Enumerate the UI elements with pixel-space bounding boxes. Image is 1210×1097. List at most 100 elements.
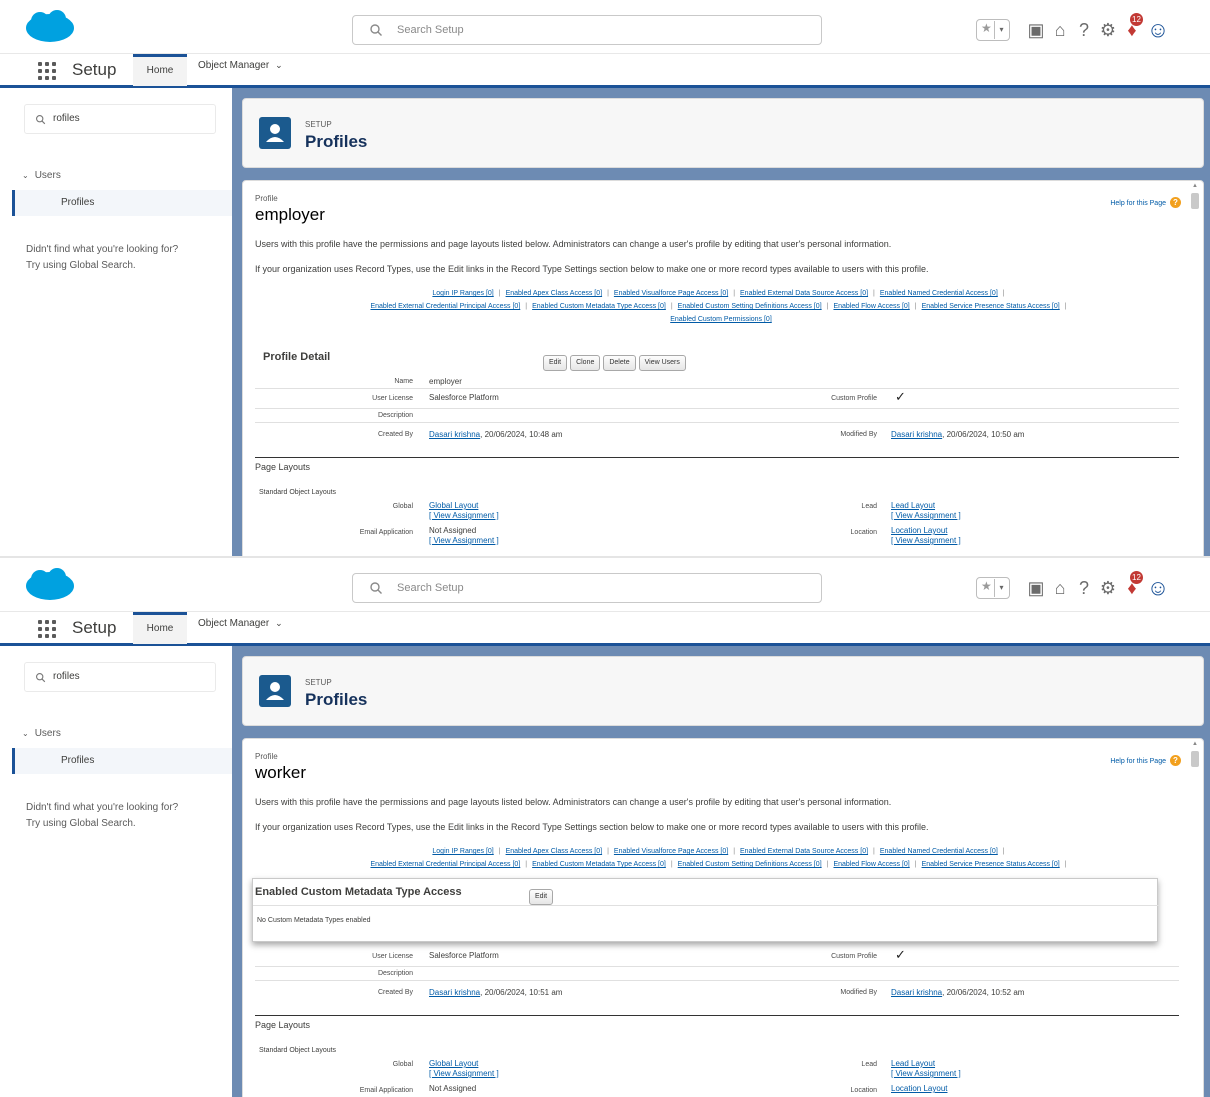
tab-object-manager[interactable]: Object Manager ⌄ (198, 60, 283, 71)
lead-layout-link[interactable]: Lead Layout (891, 1059, 935, 1069)
view-assignment-link[interactable]: [ View Assignment ] (891, 511, 961, 521)
created-by-user-link[interactable]: Dasari krishna (429, 988, 480, 997)
quick-find-input[interactable]: rofiles (24, 104, 216, 134)
tree-item-users-label: Users (34, 728, 61, 739)
tab-home[interactable]: Home (133, 612, 187, 644)
avatar-icon[interactable]: ☺ (1146, 16, 1170, 44)
link-custom-setting-access[interactable]: Enabled Custom Setting Definitions Acces… (678, 303, 822, 310)
app-launcher-icon[interactable] (38, 620, 56, 638)
view-assignment-link[interactable]: [ View Assignment ] (429, 511, 499, 521)
gear-icon[interactable]: ⚙ (1096, 574, 1120, 602)
tree-item-users[interactable]: ⌄ Users (22, 170, 61, 181)
profile-kicker: Profile (255, 752, 278, 761)
popup-edit-button[interactable]: Edit (529, 889, 554, 905)
view-assignment-link[interactable]: [ View Assignment ] (891, 536, 961, 546)
global-layout-link[interactable]: Global Layout (429, 501, 478, 511)
setup-sidebar: rofiles ⌄ Users Profiles Didn't find what… (0, 88, 232, 556)
global-layout-link[interactable]: Global Layout (429, 1059, 478, 1069)
scroll-up-icon[interactable]: ▲ (1192, 741, 1198, 747)
add-icon[interactable]: ▣ (1024, 16, 1048, 44)
star-icon: ★ (981, 21, 992, 35)
location-layout-link[interactable]: Location Layout (891, 1084, 948, 1094)
help-icon[interactable]: ? (1072, 574, 1096, 602)
favorites-button[interactable]: ★ ▾ (976, 577, 1010, 599)
bell-icon[interactable]: ♦ 12 (1120, 571, 1144, 602)
app-launcher-icon[interactable] (38, 62, 56, 80)
tree-item-users[interactable]: ⌄ Users (22, 728, 61, 739)
link-visualforce-access[interactable]: Enabled Visualforce Page Access [0] (614, 290, 728, 297)
chevron-down-icon[interactable]: ▾ (994, 579, 1008, 597)
profile-name: employer (255, 205, 325, 224)
search-icon (36, 673, 46, 683)
link-named-credential-access[interactable]: Enabled Named Credential Access [0] (880, 848, 998, 855)
link-external-data-source-access[interactable]: Enabled External Data Source Access [0] (740, 848, 868, 855)
link-external-credential-access[interactable]: Enabled External Credential Principal Ac… (370, 303, 520, 310)
screenshot-worker: Search Setup ★ ▾ ▣ ⌂ ? ⚙ ♦ 12 ☺ Setup Home… (0, 558, 1210, 1097)
favorites-button[interactable]: ★ ▾ (976, 19, 1010, 41)
bell-icon[interactable]: ♦ 12 (1120, 13, 1144, 44)
tree-item-profiles[interactable]: Profiles (12, 748, 232, 774)
trailhead-icon[interactable]: ⌂ (1048, 574, 1072, 602)
lead-layout-link[interactable]: Lead Layout (891, 501, 935, 511)
main-content: SETUP Profiles ▲ Profile worker Help for… (232, 646, 1210, 1097)
gear-icon[interactable]: ⚙ (1096, 16, 1120, 44)
link-custom-setting-access[interactable]: Enabled Custom Setting Definitions Acces… (678, 861, 822, 868)
trailhead-icon[interactable]: ⌂ (1048, 16, 1072, 44)
link-apex-class-access[interactable]: Enabled Apex Class Access [0] (506, 848, 603, 855)
popup-title: Enabled Custom Metadata Type Access (255, 886, 462, 898)
modified-by-user-link[interactable]: Dasari krishna (891, 988, 942, 997)
add-icon[interactable]: ▣ (1024, 574, 1048, 602)
scroll-up-icon[interactable]: ▲ (1192, 183, 1198, 189)
link-custom-metadata-access[interactable]: Enabled Custom Metadata Type Access [0] (532, 861, 666, 868)
profile-card: ▲ Profile employer Help for this Page? U… (242, 180, 1204, 556)
avatar-icon[interactable]: ☺ (1146, 574, 1170, 602)
link-flow-access[interactable]: Enabled Flow Access [0] (833, 303, 909, 310)
search-icon (36, 115, 46, 125)
view-assignment-link[interactable]: [ View Assignment ] (429, 536, 499, 546)
modified-by-label: Modified By (840, 989, 877, 996)
link-visualforce-access[interactable]: Enabled Visualforce Page Access [0] (614, 848, 728, 855)
link-custom-metadata-access[interactable]: Enabled Custom Metadata Type Access [0] (532, 303, 666, 310)
scrollbar-thumb[interactable] (1191, 193, 1199, 209)
chevron-down-icon[interactable]: ▾ (994, 21, 1008, 39)
location-layout-link[interactable]: Location Layout (891, 526, 948, 536)
modified-by-user-link[interactable]: Dasari krishna (891, 430, 942, 439)
link-external-data-source-access[interactable]: Enabled External Data Source Access [0] (740, 290, 868, 297)
link-service-presence-access[interactable]: Enabled Service Presence Status Access [… (922, 303, 1060, 310)
view-users-button[interactable]: View Users (638, 355, 686, 371)
created-by-label: Created By (377, 989, 413, 996)
salesforce-logo-icon[interactable] (24, 567, 76, 603)
help-link[interactable]: Help for this Page? (1110, 197, 1181, 208)
help-link[interactable]: Help for this Page? (1110, 755, 1181, 766)
link-flow-access[interactable]: Enabled Flow Access [0] (833, 861, 909, 868)
profile-detail-buttons: Edit Clone Delete View Users (543, 351, 689, 371)
hint-line[interactable]: Try using Global Search. (26, 816, 226, 832)
chevron-down-icon[interactable]: ⌄ (275, 618, 283, 628)
quick-find-input[interactable]: rofiles (24, 662, 216, 692)
help-icon[interactable]: ? (1072, 16, 1096, 44)
record-types-note: If your organization uses Record Types, … (255, 822, 929, 832)
view-assignment-link[interactable]: [ View Assignment ] (429, 1069, 499, 1079)
user-license-label: User License (372, 953, 413, 960)
chevron-down-icon[interactable]: ⌄ (275, 60, 283, 70)
link-login-ip-ranges[interactable]: Login IP Ranges [0] (432, 848, 493, 855)
edit-button[interactable]: Edit (543, 355, 568, 371)
tab-object-manager[interactable]: Object Manager ⌄ (198, 618, 283, 629)
link-apex-class-access[interactable]: Enabled Apex Class Access [0] (506, 290, 603, 297)
view-assignment-link[interactable]: [ View Assignment ] (891, 1069, 961, 1079)
clone-button[interactable]: Clone (570, 355, 601, 371)
tree-item-profiles[interactable]: Profiles (12, 190, 232, 216)
link-login-ip-ranges[interactable]: Login IP Ranges [0] (432, 290, 493, 297)
tab-home[interactable]: Home (133, 54, 187, 86)
link-external-credential-access[interactable]: Enabled External Credential Principal Ac… (370, 861, 520, 868)
salesforce-logo-icon[interactable] (24, 9, 76, 45)
link-named-credential-access[interactable]: Enabled Named Credential Access [0] (880, 290, 998, 297)
hint-line[interactable]: Try using Global Search. (26, 258, 226, 274)
delete-button[interactable]: Delete (603, 355, 636, 371)
link-custom-permissions[interactable]: Enabled Custom Permissions [0] (670, 316, 772, 323)
link-service-presence-access[interactable]: Enabled Service Presence Status Access [… (922, 861, 1060, 868)
search-setup-input[interactable]: Search Setup (352, 15, 822, 45)
search-setup-input[interactable]: Search Setup (352, 573, 822, 603)
created-by-user-link[interactable]: Dasari krishna (429, 430, 480, 439)
scrollbar-thumb[interactable] (1191, 751, 1199, 767)
